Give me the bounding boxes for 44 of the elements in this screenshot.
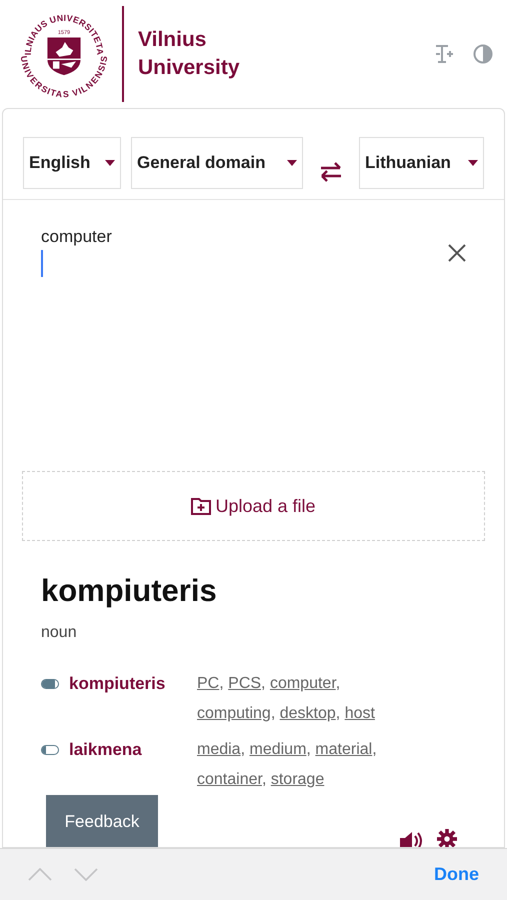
back-translation-link[interactable]: storage bbox=[270, 771, 324, 788]
back-translation-link[interactable]: desktop bbox=[280, 705, 336, 722]
separator-comma: , bbox=[262, 771, 266, 788]
translation-term[interactable]: kompiuteris bbox=[69, 671, 166, 697]
folder-plus-icon bbox=[191, 497, 212, 515]
translation-term[interactable]: laikmena bbox=[69, 737, 142, 763]
back-translation-link[interactable]: material bbox=[315, 741, 372, 758]
back-translation-link[interactable]: medium bbox=[249, 741, 306, 758]
result-headword: kompiuteris bbox=[41, 572, 218, 610]
close-icon[interactable] bbox=[448, 244, 466, 262]
back-translation-link[interactable]: computer bbox=[270, 675, 336, 692]
swap-icon[interactable] bbox=[320, 162, 342, 182]
done-button[interactable]: Done bbox=[434, 861, 479, 888]
domain-select[interactable]: General domain bbox=[131, 137, 303, 189]
feedback-button[interactable]: Feedback bbox=[46, 795, 158, 847]
caret-icon bbox=[468, 160, 478, 166]
contrast-icon[interactable] bbox=[473, 44, 493, 64]
back-translation-link[interactable]: container bbox=[197, 771, 262, 788]
back-translation-link[interactable]: media bbox=[197, 741, 241, 758]
text-size-icon[interactable] bbox=[433, 43, 455, 65]
separator-comma: , bbox=[270, 705, 276, 722]
target-language-select[interactable]: Lithuanian bbox=[359, 137, 484, 189]
separator-comma: , bbox=[336, 675, 340, 692]
confidence-bar bbox=[41, 679, 59, 689]
separator-comma: , bbox=[240, 741, 246, 758]
back-translation-link[interactable]: PCS bbox=[228, 675, 262, 692]
caret-icon bbox=[105, 160, 115, 166]
brand-name: University bbox=[138, 55, 240, 81]
speaker-icon[interactable] bbox=[399, 831, 423, 847]
separator-comma: , bbox=[372, 741, 377, 758]
part-of-speech: noun bbox=[41, 623, 78, 643]
back-translation-link[interactable]: PC bbox=[197, 675, 220, 692]
separator-comma: , bbox=[306, 741, 311, 758]
text-input[interactable]: computer bbox=[41, 226, 466, 248]
confidence-bar bbox=[41, 745, 59, 755]
brand-name: Vilnius bbox=[138, 27, 208, 53]
source-language-select[interactable]: English bbox=[23, 137, 121, 189]
upload-file-button[interactable]: Upload a file bbox=[191, 492, 316, 520]
separator-comma: , bbox=[261, 675, 266, 692]
back-translation-link[interactable]: computing bbox=[197, 705, 271, 722]
back-translation-link[interactable]: host bbox=[344, 705, 375, 722]
separator-comma: , bbox=[336, 705, 340, 722]
separator-comma: , bbox=[219, 675, 224, 692]
caret-icon bbox=[287, 160, 297, 166]
